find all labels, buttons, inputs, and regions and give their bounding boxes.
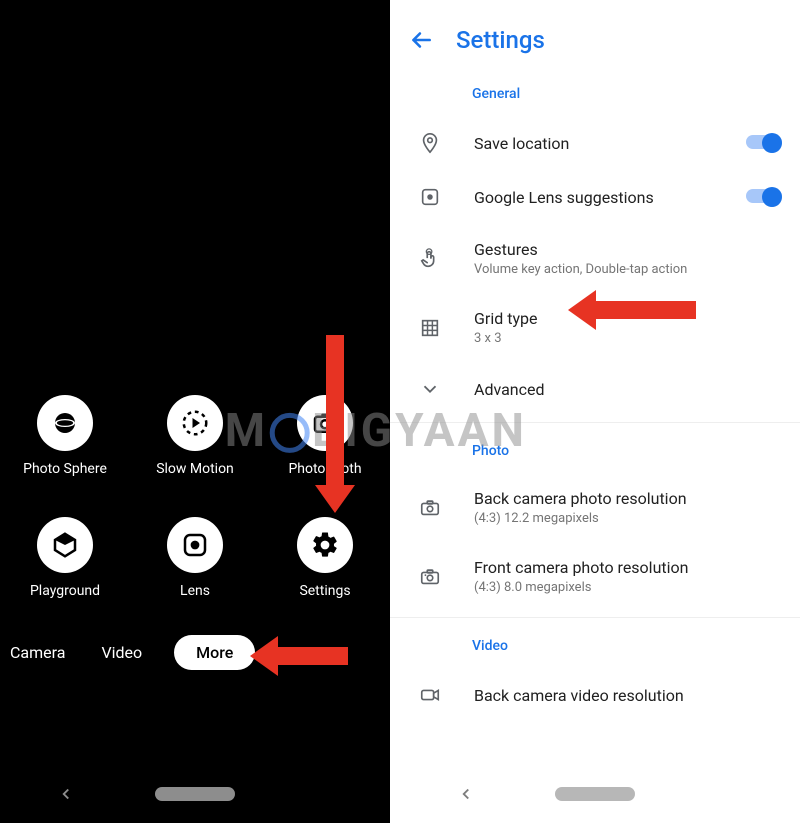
row-grid-type[interactable]: Grid type 3 x 3: [390, 293, 800, 362]
slowmo-icon: [167, 395, 223, 451]
mode-label: Playground: [30, 583, 100, 599]
mode-photo-sphere[interactable]: Photo Sphere: [5, 395, 125, 477]
row-label: Advanced: [474, 380, 782, 399]
grid-icon: [408, 317, 452, 339]
row-sublabel: (4:3) 8.0 megapixels: [474, 580, 782, 595]
row-front-photo-res[interactable]: Front camera photo resolution (4:3) 8.0 …: [390, 542, 800, 611]
divider: [390, 617, 800, 618]
nav-back-icon[interactable]: [457, 785, 475, 803]
row-save-location[interactable]: Save location: [390, 116, 800, 170]
row-label: Back camera video resolution: [474, 686, 782, 705]
row-lens-suggestions[interactable]: Google Lens suggestions: [390, 170, 800, 224]
playground-icon: [37, 517, 93, 573]
section-photo: Photo: [390, 429, 800, 473]
back-arrow-icon[interactable]: [408, 27, 434, 53]
location-pin-icon: [408, 132, 452, 154]
camera-tabs: Camera Video More: [0, 635, 390, 670]
camera-modes-grid: Photo Sphere Slow Motion Photobooth: [0, 395, 390, 599]
sphere-icon: [37, 395, 93, 451]
mode-settings[interactable]: Settings: [265, 517, 385, 599]
tab-camera[interactable]: Camera: [6, 635, 69, 670]
mode-lens[interactable]: Lens: [135, 517, 255, 599]
row-label: Front camera photo resolution: [474, 558, 782, 577]
video-icon: [408, 684, 452, 706]
settings-appbar: Settings: [390, 0, 800, 72]
chevron-down-icon: [408, 378, 452, 400]
lens-square-icon: [408, 186, 452, 208]
camera-rear-icon: [408, 497, 452, 519]
mode-label: Slow Motion: [156, 461, 234, 477]
gear-icon: [297, 517, 353, 573]
lens-icon: [167, 517, 223, 573]
settings-panel: Settings General Save location Google Le…: [390, 0, 800, 823]
row-label: Grid type: [474, 309, 782, 328]
nav-back-icon[interactable]: [57, 785, 75, 803]
touch-icon: [408, 248, 452, 270]
row-advanced[interactable]: Advanced: [390, 362, 800, 416]
toggle-save-location[interactable]: [746, 133, 782, 153]
row-label: Back camera photo resolution: [474, 489, 782, 508]
page-title: Settings: [456, 26, 545, 54]
row-label: Save location: [474, 134, 724, 153]
nav-bar-left: [0, 785, 390, 803]
row-sublabel: Volume key action, Double-tap action: [474, 262, 782, 277]
section-general: General: [390, 72, 800, 116]
row-sublabel: 3 x 3: [474, 331, 782, 346]
divider: [390, 422, 800, 423]
section-video: Video: [390, 624, 800, 668]
nav-bar-right: [390, 785, 800, 803]
nav-home-pill[interactable]: [155, 787, 235, 801]
row-back-video-res[interactable]: Back camera video resolution: [390, 668, 800, 722]
mode-slow-motion[interactable]: Slow Motion: [135, 395, 255, 477]
mode-label: Photo Sphere: [23, 461, 107, 477]
nav-home-pill[interactable]: [555, 787, 635, 801]
mode-label: Photobooth: [288, 461, 361, 477]
tab-video[interactable]: Video: [97, 635, 146, 670]
camera-front-icon: [408, 566, 452, 588]
mode-playground[interactable]: Playground: [5, 517, 125, 599]
mode-label: Lens: [180, 583, 210, 599]
row-label: Gestures: [474, 240, 782, 259]
camera-more-panel: Photo Sphere Slow Motion Photobooth: [0, 0, 390, 823]
row-label: Google Lens suggestions: [474, 188, 724, 207]
toggle-lens-suggestions[interactable]: [746, 187, 782, 207]
row-back-photo-res[interactable]: Back camera photo resolution (4:3) 12.2 …: [390, 473, 800, 542]
mode-label: Settings: [299, 583, 350, 599]
row-gestures[interactable]: Gestures Volume key action, Double-tap a…: [390, 224, 800, 293]
row-sublabel: (4:3) 12.2 megapixels: [474, 511, 782, 526]
photobooth-icon: [297, 395, 353, 451]
mode-photobooth[interactable]: Photobooth: [265, 395, 385, 477]
tab-more-active[interactable]: More: [174, 635, 255, 670]
